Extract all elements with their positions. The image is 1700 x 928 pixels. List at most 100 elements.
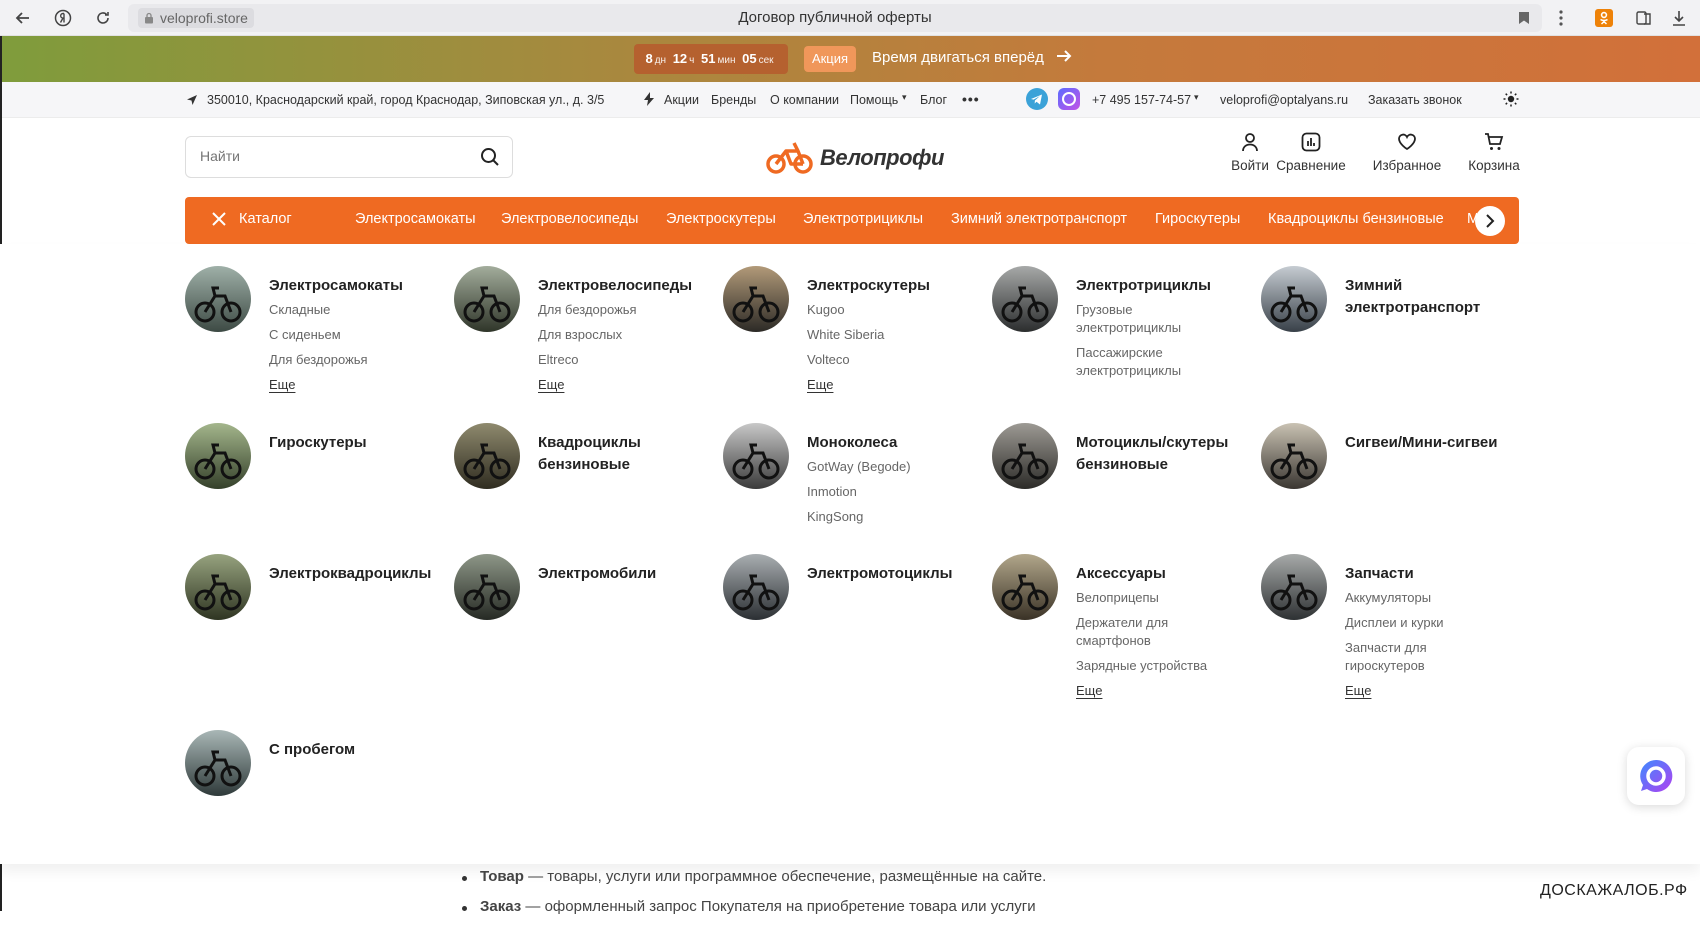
category-title[interactable]: Электротрициклы: [1076, 275, 1236, 297]
telegram-icon[interactable]: [1026, 88, 1048, 110]
bookmark-icon[interactable]: [1512, 6, 1536, 30]
subcategory-link[interactable]: Пассажирские электротрициклы: [1076, 344, 1236, 380]
phone-number[interactable]: +7 495 157-74-57: [1092, 93, 1191, 107]
promo-text[interactable]: Время двигаться вперёд: [872, 49, 1044, 66]
category-image[interactable]: [992, 423, 1058, 489]
subcategory-link[interactable]: Аккумуляторы: [1345, 589, 1505, 607]
subcategory-link[interactable]: С сиденьем: [269, 326, 429, 344]
category-image[interactable]: [723, 423, 789, 489]
catnav-item-gasoline-atvs[interactable]: Квадроциклы бензиновые: [1268, 211, 1444, 227]
callback-link[interactable]: Заказать звонок: [1368, 93, 1462, 107]
category-title[interactable]: Зимний электротранспорт: [1345, 275, 1505, 319]
more-link[interactable]: Еще: [1345, 682, 1505, 700]
subcategory-link[interactable]: Велоприцепы: [1076, 589, 1236, 607]
close-icon[interactable]: [211, 211, 227, 231]
subcategory-link[interactable]: Дисплеи и курки: [1345, 614, 1505, 632]
back-arrow-icon[interactable]: [11, 6, 35, 30]
nav-link-blog[interactable]: Блог: [920, 93, 947, 107]
subcategory-link[interactable]: Для взрослых: [538, 326, 698, 344]
subcategory-link[interactable]: Держатели для смартфонов: [1076, 614, 1236, 650]
category-image[interactable]: [185, 423, 251, 489]
more-link[interactable]: Еще: [538, 376, 698, 394]
category-image[interactable]: [185, 554, 251, 620]
category-title[interactable]: Электросамокаты: [269, 275, 429, 297]
nav-link-about[interactable]: О компании: [770, 93, 839, 107]
subcategory-link[interactable]: Складные: [269, 301, 429, 319]
cart-button[interactable]: Корзина: [1462, 132, 1526, 173]
category-image[interactable]: [723, 554, 789, 620]
email-link[interactable]: veloprofi@optalyans.ru: [1220, 93, 1348, 107]
subcategory-link[interactable]: White Siberia: [807, 326, 967, 344]
chat-widget-button[interactable]: [1627, 747, 1685, 805]
category-image[interactable]: [1261, 423, 1327, 489]
category-title[interactable]: Аксессуары: [1076, 563, 1236, 585]
nav-link-promotions[interactable]: Акции: [664, 93, 699, 107]
nav-link-brands[interactable]: Бренды: [711, 93, 756, 107]
category-title[interactable]: Запчасти: [1345, 563, 1505, 585]
category-title[interactable]: Электромотоциклы: [807, 563, 967, 585]
category-title[interactable]: Квадроциклы бензиновые: [538, 432, 698, 476]
subcategory-link[interactable]: Kugoo: [807, 301, 967, 319]
category-image[interactable]: [454, 266, 520, 332]
category-title[interactable]: Моноколеса: [807, 432, 967, 454]
subcategory-link[interactable]: KingSong: [807, 508, 967, 526]
subcategory-link[interactable]: GotWay (Begode): [807, 458, 967, 476]
store-address[interactable]: 350010, Краснодарский край, город Красно…: [207, 93, 604, 107]
category-title[interactable]: Электроквадроциклы: [269, 563, 431, 585]
download-icon[interactable]: [1667, 6, 1691, 30]
category-title[interactable]: Сигвеи/Мини-сигвеи: [1345, 432, 1505, 454]
search-box[interactable]: [185, 136, 513, 178]
promo-banner[interactable]: 8 дн 12 ч 51 мин 05 сек Акция Время двигатьс…: [2, 36, 1700, 82]
nav-link-help[interactable]: Помощь: [850, 93, 898, 107]
menu-dots-icon[interactable]: [1549, 6, 1573, 30]
search-icon[interactable]: [480, 147, 500, 172]
search-input[interactable]: [200, 148, 460, 164]
category-image[interactable]: [185, 730, 251, 796]
address-bar[interactable]: veloprofi.store Договор публичной оферты: [128, 4, 1542, 32]
category-image[interactable]: [1261, 266, 1327, 332]
category-image[interactable]: [723, 266, 789, 332]
chevron-right-icon[interactable]: [1475, 206, 1505, 236]
category-image[interactable]: [992, 554, 1058, 620]
subcategory-link[interactable]: Для бездорожья: [538, 301, 698, 319]
theme-sun-icon[interactable]: [1503, 91, 1519, 110]
catnav-item-electric-scooters[interactable]: Электросамокаты: [355, 211, 476, 227]
more-link[interactable]: Еще: [1076, 682, 1236, 700]
compare-button[interactable]: Сравнение: [1268, 132, 1354, 173]
category-image[interactable]: [1261, 554, 1327, 620]
category-title[interactable]: Электромобили: [538, 563, 698, 585]
category-title[interactable]: Гироскутеры: [269, 432, 429, 454]
max-messenger-icon[interactable]: [1058, 88, 1080, 110]
subcategory-link[interactable]: Inmotion: [807, 483, 967, 501]
category-title[interactable]: Мотоциклы/скутеры бензиновые: [1076, 432, 1236, 476]
subcategory-link[interactable]: Eltreco: [538, 351, 698, 369]
category-image[interactable]: [185, 266, 251, 332]
site-logo[interactable]: Велопрофи: [766, 140, 944, 176]
category-image[interactable]: [454, 554, 520, 620]
catalog-toggle-label[interactable]: Каталог: [239, 211, 292, 227]
collections-icon[interactable]: [1632, 6, 1656, 30]
subcategory-link[interactable]: Грузовые электротрициклы: [1076, 301, 1236, 337]
subcategory-link[interactable]: Запчасти для гироскутеров: [1345, 639, 1505, 675]
favorites-button[interactable]: Избранное: [1367, 132, 1447, 173]
category-image[interactable]: [454, 423, 520, 489]
subcategory-link[interactable]: Для бездорожья: [269, 351, 429, 369]
odnoklassniki-icon[interactable]: [1592, 6, 1616, 30]
reload-icon[interactable]: [91, 6, 115, 30]
catnav-item-hoverboards[interactable]: Гироскутеры: [1155, 211, 1240, 227]
more-link[interactable]: Еще: [807, 376, 967, 394]
category-title[interactable]: Электроскутеры: [807, 275, 967, 297]
more-link[interactable]: Еще: [269, 376, 429, 394]
catnav-item-electric-bikes[interactable]: Электровелосипеды: [501, 211, 638, 227]
promo-badge[interactable]: Акция: [804, 46, 856, 72]
yandex-icon[interactable]: [51, 6, 75, 30]
catnav-item-winter-transport[interactable]: Зимний электротранспорт: [951, 211, 1127, 227]
catnav-item-electric-mopeds[interactable]: Электроскутеры: [666, 211, 776, 227]
more-dots-icon[interactable]: •••: [962, 91, 980, 107]
category-title[interactable]: Электровелосипеды: [538, 275, 698, 297]
subcategory-link[interactable]: Зарядные устройства: [1076, 657, 1236, 675]
catnav-item-electric-trikes[interactable]: Электротрициклы: [803, 211, 923, 227]
arrow-right-icon[interactable]: [1056, 48, 1072, 68]
subcategory-link[interactable]: Volteco: [807, 351, 967, 369]
category-image[interactable]: [992, 266, 1058, 332]
